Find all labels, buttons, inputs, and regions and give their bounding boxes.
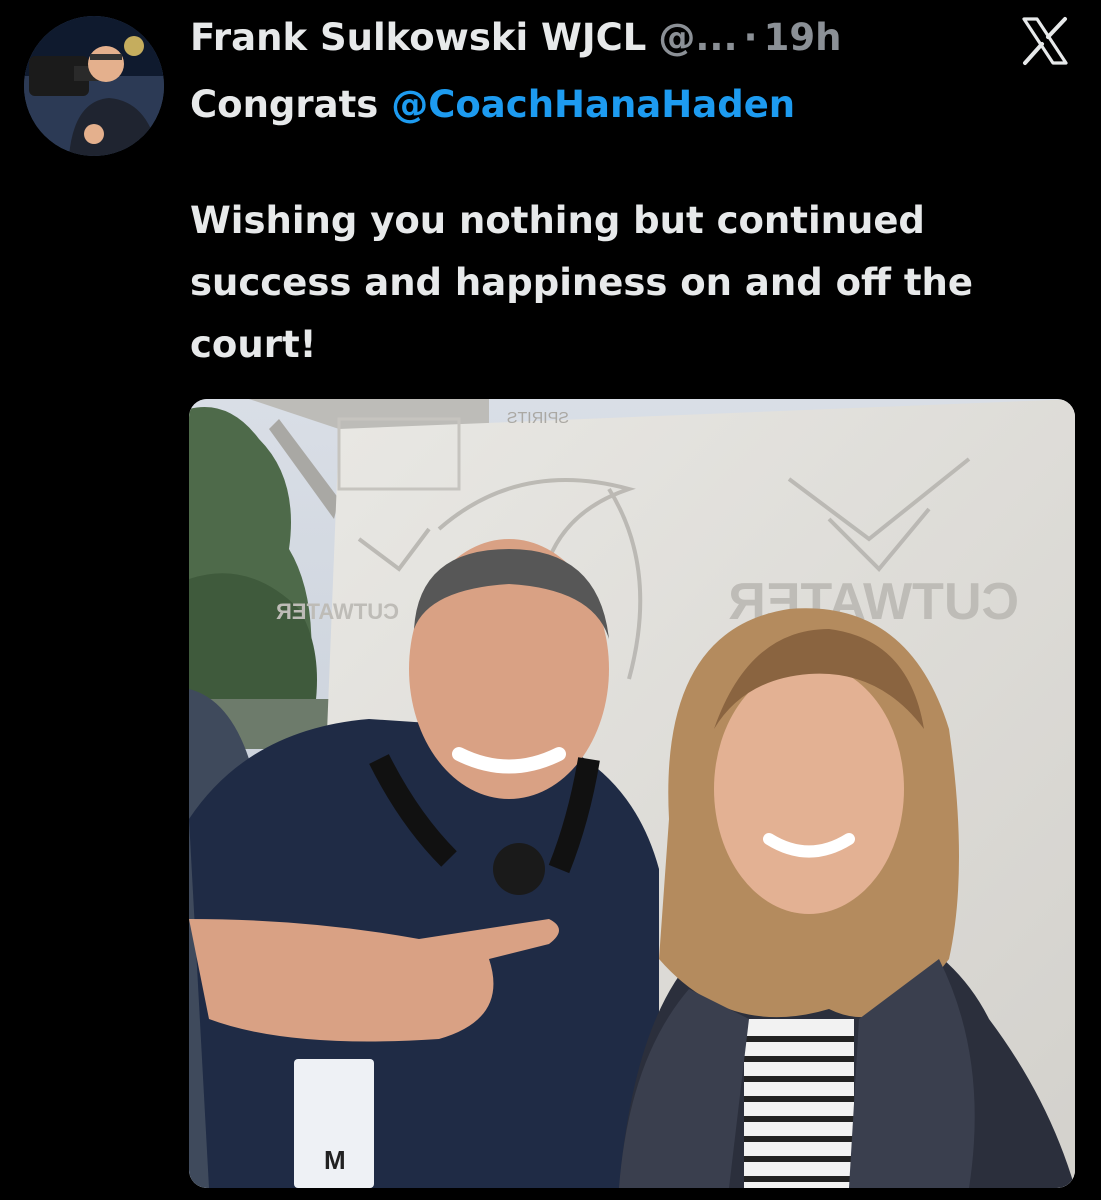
tweet-card[interactable]: Frank Sulkowski WJCL @... · 19h Congrats… [0, 0, 1101, 1200]
badge-letter: M [324, 1145, 346, 1175]
tweet-timestamp[interactable]: 19h [764, 12, 842, 64]
mention-link[interactable]: @CoachHanaHaden [391, 83, 795, 126]
tweet-message: Wishing you nothing but continued succes… [190, 199, 973, 366]
author-display-name[interactable]: Frank Sulkowski WJCL [190, 12, 646, 64]
tweet-header: Frank Sulkowski WJCL @... · 19h [190, 12, 841, 64]
tweet-greeting-line: Congrats @CoachHanaHaden [190, 74, 1070, 134]
x-logo-icon [1022, 17, 1068, 65]
tweet-photo[interactable]: CUTWATER CUTWATER SPIRITS M [189, 399, 1075, 1188]
author-handle[interactable]: @... [658, 12, 737, 64]
greeting-text: Congrats [190, 83, 392, 126]
author-avatar[interactable] [24, 16, 164, 156]
backdrop-logo-text-left: CUTWATER [276, 599, 399, 624]
backdrop-logo-text-small: SPIRITS [507, 410, 569, 427]
photo-image: CUTWATER CUTWATER SPIRITS M [189, 399, 1075, 1188]
avatar-image [24, 16, 164, 156]
tweet-text: Congrats @CoachHanaHaden Wishing you not… [190, 74, 1070, 376]
header-separator: · [743, 16, 758, 59]
